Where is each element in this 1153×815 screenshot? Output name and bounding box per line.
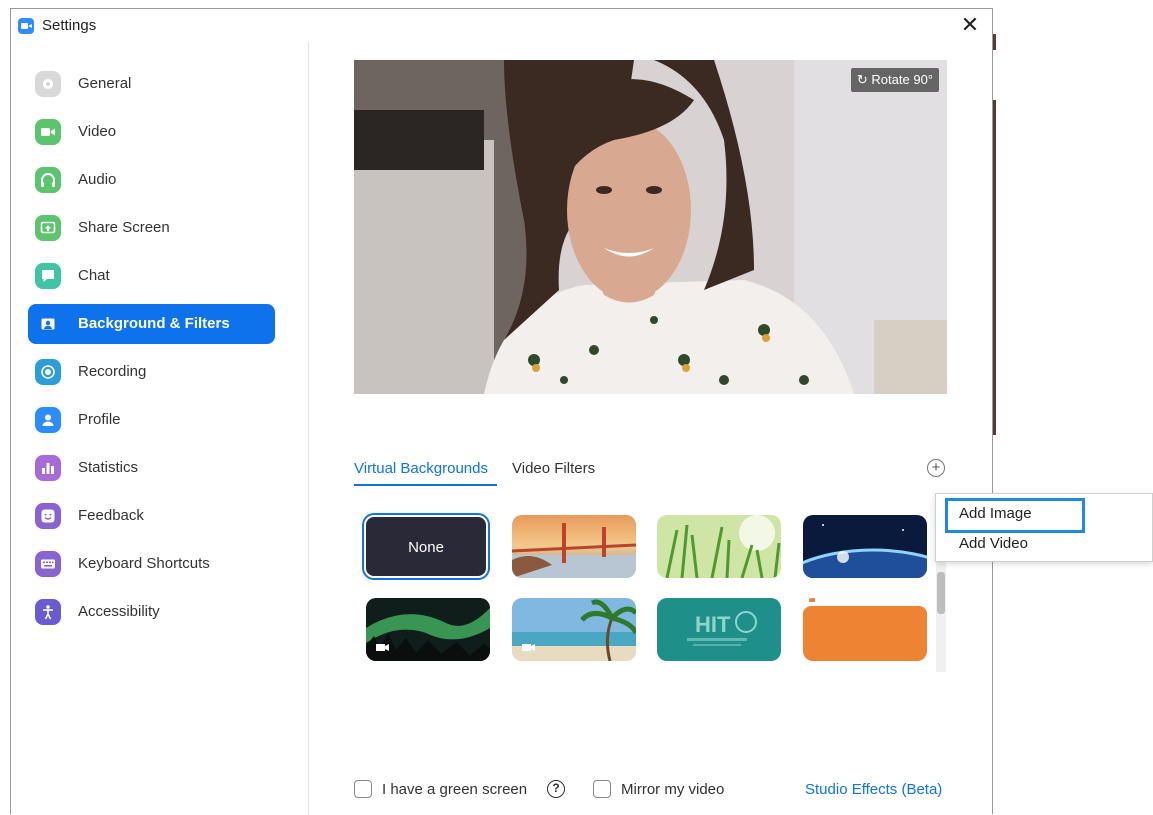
background-thumb-earth-from-space[interactable] bbox=[803, 515, 927, 578]
studio-effects-link[interactable]: Studio Effects (Beta) bbox=[805, 781, 942, 798]
sidebar-item-label: Recording bbox=[78, 363, 147, 380]
sidebar-item-chat[interactable]: Chat bbox=[28, 256, 275, 296]
person-portrait-icon bbox=[35, 311, 61, 337]
green-screen-label: I have a green screen bbox=[382, 781, 528, 798]
green-screen-checkbox[interactable] bbox=[354, 780, 372, 798]
sidebar-item-label: Share Screen bbox=[78, 219, 170, 236]
sidebar-item-label: Profile bbox=[78, 411, 121, 428]
profile-icon bbox=[35, 407, 61, 433]
video-preview: ↻ Rotate 90° bbox=[354, 60, 947, 394]
background-thumb-grass[interactable] bbox=[657, 515, 781, 578]
sidebar-item-profile[interactable]: Profile bbox=[28, 400, 275, 440]
background-thumb-golden-gate[interactable] bbox=[512, 515, 636, 578]
mirror-video-label: Mirror my video bbox=[621, 781, 725, 798]
active-tab-indicator bbox=[354, 484, 497, 486]
sidebar-item-feedback[interactable]: Feedback bbox=[28, 496, 275, 536]
sidebar-item-label: Video bbox=[78, 123, 117, 140]
sidebar-item-label: Background & Filters bbox=[78, 315, 230, 332]
keyboard-icon bbox=[35, 551, 61, 577]
background-thumb-orange[interactable] bbox=[803, 598, 927, 661]
camera-preview-image bbox=[354, 60, 947, 394]
smiley-icon bbox=[35, 503, 61, 529]
record-icon bbox=[35, 359, 61, 385]
sidebar-item-accessibility[interactable]: Accessibility bbox=[28, 592, 275, 632]
gear-icon bbox=[35, 71, 61, 97]
background-window-edge bbox=[993, 34, 996, 50]
menu-item-add-video[interactable]: Add Video bbox=[959, 535, 1028, 552]
settings-window: Settings ✕ General Video Audio Share Scr… bbox=[10, 8, 993, 815]
help-icon[interactable]: ? bbox=[547, 780, 565, 798]
sidebar-item-general[interactable]: General bbox=[28, 64, 275, 104]
chat-bubble-icon bbox=[35, 263, 61, 289]
title-bar: Settings ✕ bbox=[11, 9, 992, 42]
none-label: None bbox=[408, 539, 444, 556]
accessibility-icon bbox=[35, 599, 61, 625]
sidebar-item-label: Audio bbox=[78, 171, 117, 188]
background-thumb-hit-logo[interactable]: HIT bbox=[657, 598, 781, 661]
sidebar-item-statistics[interactable]: Statistics bbox=[28, 448, 275, 488]
rotate-button[interactable]: ↻ Rotate 90° bbox=[850, 68, 939, 92]
video-camera-icon bbox=[35, 119, 61, 145]
tab-virtual-backgrounds[interactable]: Virtual Backgrounds bbox=[354, 460, 488, 477]
menu-item-add-image[interactable]: Add Image bbox=[959, 505, 1032, 522]
sidebar-item-keyboard-shortcuts[interactable]: Keyboard Shortcuts bbox=[28, 544, 275, 584]
add-background-button[interactable]: + bbox=[927, 459, 945, 477]
background-thumb-none[interactable]: None bbox=[364, 515, 488, 578]
sidebar-item-video[interactable]: Video bbox=[28, 112, 275, 152]
sidebar-item-label: Statistics bbox=[78, 459, 139, 476]
sidebar-item-label: Keyboard Shortcuts bbox=[78, 555, 210, 572]
window-title: Settings bbox=[42, 17, 97, 34]
rotate-icon: ↻ bbox=[856, 72, 872, 87]
close-button[interactable]: ✕ bbox=[958, 13, 982, 37]
background-filters-panel: ↻ Rotate 90° Virtual Backgrounds Video F… bbox=[310, 42, 993, 815]
headphones-icon bbox=[35, 167, 61, 193]
scrollbar-thumb[interactable] bbox=[937, 572, 945, 614]
sidebar-item-label: General bbox=[78, 75, 132, 92]
footer-options: I have a green screen ? Mirror my video … bbox=[354, 779, 954, 803]
sidebar-item-recording[interactable]: Recording bbox=[28, 352, 275, 392]
background-thumb-beach-palm[interactable] bbox=[512, 598, 636, 661]
share-screen-icon bbox=[35, 215, 61, 241]
sidebar-item-label: Chat bbox=[78, 267, 110, 284]
zoom-app-icon bbox=[18, 18, 34, 34]
settings-sidebar: General Video Audio Share Screen Chat Ba… bbox=[11, 42, 309, 815]
hit-logo-text: HIT bbox=[695, 612, 731, 637]
sidebar-item-label: Feedback bbox=[78, 507, 144, 524]
sidebar-item-audio[interactable]: Audio bbox=[28, 160, 275, 200]
rotate-label: Rotate 90° bbox=[871, 72, 933, 87]
tab-video-filters[interactable]: Video Filters bbox=[512, 460, 595, 477]
bar-chart-icon bbox=[35, 455, 61, 481]
sidebar-item-background-filters[interactable]: Background & Filters bbox=[28, 304, 275, 344]
sidebar-item-label: Accessibility bbox=[78, 603, 160, 620]
mirror-video-checkbox[interactable] bbox=[593, 780, 611, 798]
background-window-edge bbox=[993, 100, 996, 435]
background-thumb-aurora[interactable] bbox=[366, 598, 490, 661]
add-background-menu: Add Image Add Video bbox=[935, 493, 1153, 562]
sidebar-item-share-screen[interactable]: Share Screen bbox=[28, 208, 275, 248]
